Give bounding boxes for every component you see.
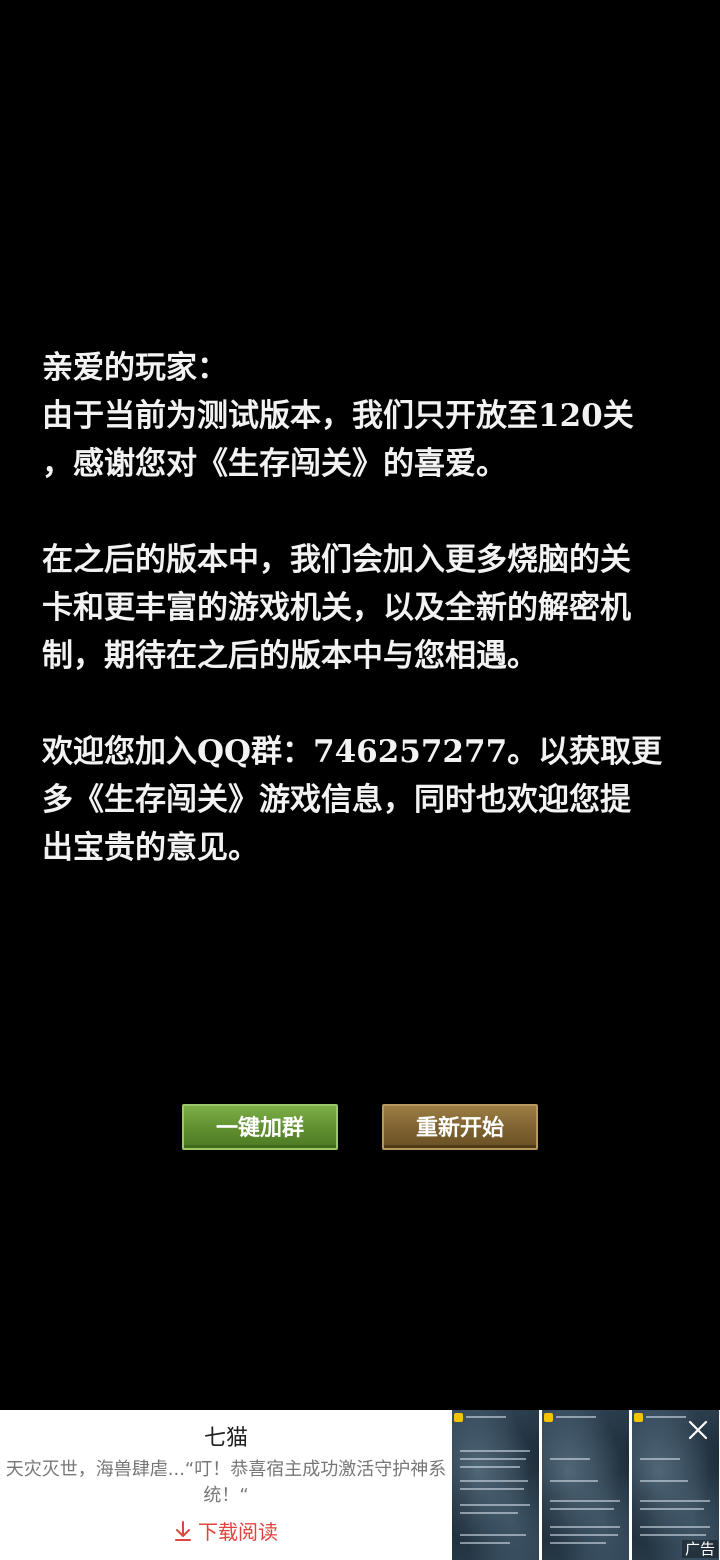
- app-logo-icon: [544, 1413, 553, 1422]
- join-group-button[interactable]: 一键加群: [182, 1104, 338, 1150]
- letter-line: 多《生存闯关》游戏信息，同时也欢迎您提: [42, 782, 631, 818]
- close-icon[interactable]: [686, 1418, 710, 1442]
- ad-download-label: 下载阅读: [198, 1520, 278, 1544]
- ad-badge: 广告: [681, 1540, 718, 1558]
- ad-description: 天灾灭世，海兽肆虐...“叮！恭喜宿主成功激活守护神系统！“: [5, 1459, 447, 1506]
- ad-banner[interactable]: 七猫 天灾灭世，海兽肆虐...“叮！恭喜宿主成功激活守护神系统！“ 下载阅读 广…: [0, 1410, 720, 1560]
- letter-line: 制，期待在之后的版本中与您相遇。: [42, 638, 538, 674]
- letter-line: 欢迎您加入QQ群：746257277。以获取更: [42, 734, 663, 770]
- ad-download-link[interactable]: 下载阅读: [0, 1518, 452, 1548]
- letter-greeting: 亲爱的玩家：: [42, 350, 228, 386]
- app-logo-icon: [454, 1413, 463, 1422]
- letter-line: 在之后的版本中，我们会加入更多烧脑的关: [42, 542, 631, 578]
- letter-line: 卡和更丰富的游戏机关，以及全新的解密机: [42, 590, 631, 626]
- letter-line: 出宝贵的意见。: [42, 830, 259, 866]
- letter-line: 由于当前为测试版本，我们只开放至120关: [42, 398, 634, 434]
- ad-title: 七猫: [203, 1426, 248, 1451]
- ad-thumbnails[interactable]: 广告: [452, 1410, 720, 1560]
- ad-thumbnail: [452, 1410, 539, 1560]
- restart-button[interactable]: 重新开始: [382, 1104, 538, 1150]
- game-screen: 亲爱的玩家： 由于当前为测试版本，我们只开放至120关 ，感谢您对《生存闯关》的…: [0, 0, 720, 1410]
- notice-letter: 亲爱的玩家： 由于当前为测试版本，我们只开放至120关 ，感谢您对《生存闯关》的…: [42, 344, 686, 872]
- app-logo-icon: [634, 1413, 643, 1422]
- download-arrow-icon: [174, 1520, 192, 1548]
- ad-thumbnail: [542, 1410, 629, 1560]
- letter-line: ，感谢您对《生存闯关》的喜爱。: [42, 446, 507, 482]
- ad-text-block[interactable]: 七猫 天灾灭世，海兽肆虐...“叮！恭喜宿主成功激活守护神系统！“ 下载阅读: [0, 1410, 452, 1560]
